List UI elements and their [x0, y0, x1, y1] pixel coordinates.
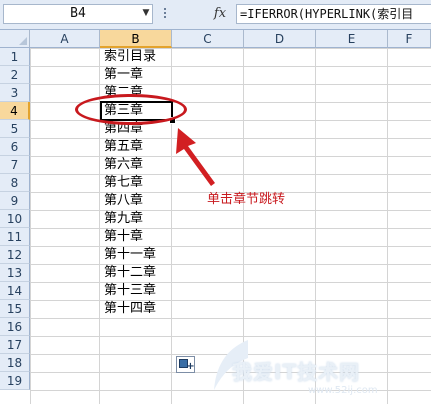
row-header[interactable]: 17 — [0, 336, 30, 354]
cell-b7[interactable]: 第六章 — [102, 156, 172, 174]
name-box[interactable]: B4 — [3, 4, 153, 24]
formula-bar: B4 ▼ fx =IFERROR(HYPERLINK(索引目 — [0, 0, 431, 30]
cell-b11[interactable]: 第十章 — [102, 228, 172, 246]
chevron-down-icon[interactable]: ▼ — [140, 6, 152, 20]
row-header[interactable]: 16 — [0, 318, 30, 336]
row-header[interactable]: 2 — [0, 66, 30, 84]
watermark-logo: 我爱IT技术网 — [232, 360, 361, 384]
row-header[interactable]: 13 — [0, 264, 30, 282]
cell-b14[interactable]: 第十三章 — [102, 282, 172, 300]
annotation-ellipse — [75, 94, 187, 125]
cell-b1[interactable]: 索引目录 — [102, 48, 172, 66]
row-header[interactable]: 8 — [0, 174, 30, 192]
insert-function-button[interactable]: fx — [207, 4, 233, 24]
cell-b6[interactable]: 第五章 — [102, 138, 172, 156]
annotation-text: 单击章节跳转 — [207, 192, 286, 207]
cell-b2[interactable]: 第一章 — [102, 66, 172, 84]
row-header[interactable]: 14 — [0, 282, 30, 300]
row-header[interactable]: 11 — [0, 228, 30, 246]
row-header[interactable]: 18 — [0, 354, 30, 372]
row-header[interactable]: 10 — [0, 210, 30, 228]
grip-handle-icon[interactable] — [163, 8, 167, 22]
paste-options-icon[interactable]: + — [176, 356, 195, 373]
row-header-selected[interactable]: 4 — [0, 102, 30, 120]
column-header-d[interactable]: D — [244, 30, 316, 48]
select-all-corner[interactable] — [0, 30, 30, 48]
row-header[interactable]: 6 — [0, 138, 30, 156]
cell-b10[interactable]: 第九章 — [102, 210, 172, 228]
row-header[interactable]: 3 — [0, 84, 30, 102]
column-header-e[interactable]: E — [316, 30, 388, 48]
row-header[interactable]: 9 — [0, 192, 30, 210]
row-header[interactable]: 5 — [0, 120, 30, 138]
gridline — [315, 48, 316, 404]
row-header[interactable]: 1 — [0, 48, 30, 66]
cell-b13[interactable]: 第十二章 — [102, 264, 172, 282]
column-header-f[interactable]: F — [388, 30, 431, 48]
column-header-b[interactable]: B — [100, 30, 172, 48]
formula-input[interactable]: =IFERROR(HYPERLINK(索引目 — [236, 4, 431, 24]
column-header-a[interactable]: A — [30, 30, 100, 48]
cell-b8[interactable]: 第七章 — [102, 174, 172, 192]
gridline — [387, 48, 388, 404]
row-header[interactable]: 7 — [0, 156, 30, 174]
watermark-url: www.52ij.com — [308, 385, 378, 396]
row-header[interactable]: 12 — [0, 246, 30, 264]
cell-b9[interactable]: 第八章 — [102, 192, 172, 210]
row-header[interactable]: 15 — [0, 300, 30, 318]
row-header[interactable]: 19 — [0, 372, 30, 390]
column-header-c[interactable]: C — [172, 30, 244, 48]
cell-b12[interactable]: 第十一章 — [102, 246, 172, 264]
cell-b15[interactable]: 第十四章 — [102, 300, 172, 318]
